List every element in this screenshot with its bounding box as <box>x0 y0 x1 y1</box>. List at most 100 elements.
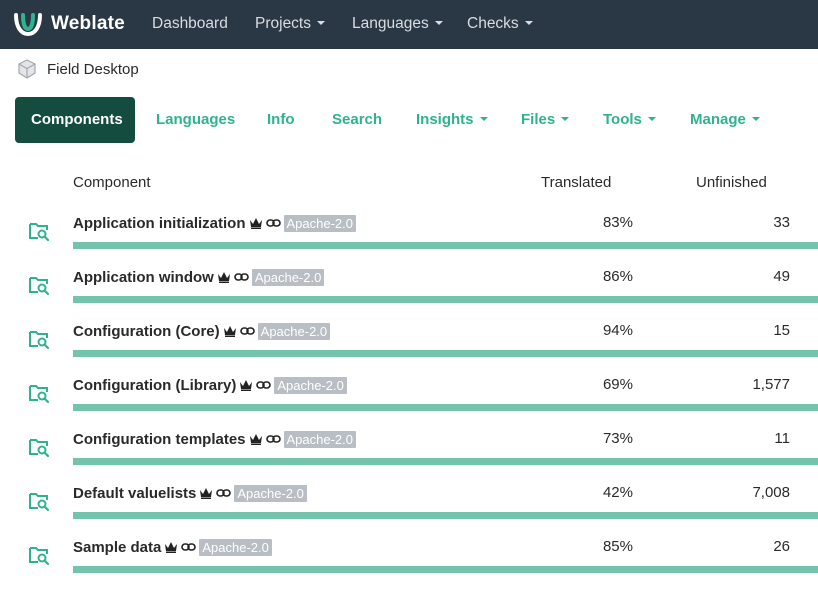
nav-checks[interactable]: Checks <box>467 15 533 33</box>
progress-bar <box>73 458 818 465</box>
link-icon <box>181 543 197 551</box>
progress-bar-fill <box>73 566 818 573</box>
progress-bar-fill <box>73 296 818 303</box>
tab-languages-label: Languages <box>156 111 236 128</box>
cube-icon <box>18 59 36 79</box>
progress-bar-fill <box>73 458 818 465</box>
caret-down-icon <box>524 20 533 25</box>
folder-search-icon[interactable] <box>29 491 49 511</box>
folder-search-icon[interactable] <box>29 545 49 565</box>
translated-percent: 73% <box>602 430 633 447</box>
brand-link[interactable]: Weblate <box>14 11 125 37</box>
folder-search-icon[interactable] <box>29 383 49 403</box>
header-unfinished[interactable]: Unfinished <box>696 174 767 191</box>
breadcrumb-project-link[interactable]: Field Desktop <box>47 61 139 78</box>
table-row: Default valuelists Apache-2.0 42% 7,008 <box>0 483 818 537</box>
link-icon <box>265 219 281 227</box>
header-translated[interactable]: Translated <box>541 174 611 191</box>
nav-projects[interactable]: Projects <box>255 15 325 33</box>
component-link[interactable]: Sample data <box>73 539 161 556</box>
tab-files[interactable]: Files <box>521 97 570 143</box>
nav-projects-label: Projects <box>255 15 311 32</box>
unfinished-count[interactable]: 15 <box>700 321 790 341</box>
component-link[interactable]: Application initialization <box>73 215 246 232</box>
table-row: Configuration (Library) Apache-2.0 69% 1… <box>0 375 818 429</box>
license-badge[interactable]: Apache-2.0 <box>234 484 307 502</box>
row-name-cell: Configuration (Core) Apache-2.0 <box>73 321 331 341</box>
caret-down-icon <box>479 117 488 122</box>
translated-percent: 69% <box>602 376 633 393</box>
table-row: Application initialization Apache-2.0 83… <box>0 213 818 267</box>
progress-bar <box>73 512 818 519</box>
tab-search-label: Search <box>332 111 383 128</box>
folder-search-icon[interactable] <box>29 275 49 295</box>
unfinished-count[interactable]: 26 <box>700 537 790 557</box>
crown-icon <box>240 380 253 391</box>
crown-icon <box>249 218 262 229</box>
row-name-cell: Default valuelists Apache-2.0 <box>73 483 307 503</box>
tab-insights-label: Insights <box>416 111 474 128</box>
progress-bar-fill <box>73 350 818 357</box>
component-link[interactable]: Configuration (Library) <box>73 377 236 394</box>
component-link[interactable]: Configuration templates <box>73 431 246 448</box>
link-icon <box>256 381 272 389</box>
tab-manage-label: Manage <box>690 111 746 128</box>
tab-components-label: Components <box>31 111 123 128</box>
row-name-cell: Configuration templates Apache-2.0 <box>73 429 357 449</box>
license-badge[interactable]: Apache-2.0 <box>257 322 331 340</box>
translated-percent: 86% <box>602 268 633 285</box>
tab-insights[interactable]: Insights <box>416 97 488 143</box>
row-name-cell: Application initialization Apache-2.0 <box>73 213 356 233</box>
unfinished-count[interactable]: 33 <box>700 213 790 233</box>
top-navbar: Weblate Dashboard Projects Languages Che… <box>0 0 818 49</box>
translated-percent: 85% <box>602 538 633 555</box>
breadcrumb: Field Desktop <box>17 59 139 79</box>
component-link[interactable]: Application window <box>73 269 214 286</box>
tab-search[interactable]: Search <box>332 97 382 143</box>
component-link[interactable]: Configuration (Core) <box>73 323 220 340</box>
link-icon <box>239 327 255 335</box>
translated-percent: 42% <box>602 484 633 501</box>
caret-down-icon <box>751 117 760 122</box>
license-badge[interactable]: Apache-2.0 <box>251 268 325 286</box>
component-link[interactable]: Default valuelists <box>73 485 196 502</box>
tab-files-label: Files <box>521 111 556 128</box>
progress-bar <box>73 296 818 303</box>
unfinished-count[interactable]: 7,008 <box>700 483 790 503</box>
crown-icon <box>217 272 230 283</box>
nav-dashboard-label: Dashboard <box>152 15 228 32</box>
tab-info-label: Info <box>267 111 295 128</box>
progress-bar-fill <box>73 242 818 249</box>
license-badge[interactable]: Apache-2.0 <box>199 538 272 556</box>
tab-manage[interactable]: Manage <box>690 97 760 143</box>
nav-dashboard[interactable]: Dashboard <box>152 15 228 33</box>
folder-search-icon[interactable] <box>29 329 49 349</box>
nav-languages-label: Languages <box>352 15 429 32</box>
progress-bar <box>73 404 818 411</box>
row-name-cell: Configuration (Library) Apache-2.0 <box>73 375 347 395</box>
tab-components[interactable]: Components <box>15 97 135 143</box>
table-row: Application window Apache-2.0 86% 49 <box>0 267 818 321</box>
link-icon <box>265 435 281 443</box>
header-component[interactable]: Component <box>73 174 151 191</box>
weblate-logo-icon <box>14 13 42 37</box>
tab-tools-label: Tools <box>603 111 642 128</box>
crown-icon <box>223 326 236 337</box>
link-icon <box>216 489 232 497</box>
license-badge[interactable]: Apache-2.0 <box>283 430 357 448</box>
progress-bar <box>73 566 818 573</box>
license-badge[interactable]: Apache-2.0 <box>283 214 356 232</box>
unfinished-count[interactable]: 11 <box>700 429 790 449</box>
folder-search-icon[interactable] <box>29 221 49 241</box>
folder-search-icon[interactable] <box>29 437 49 457</box>
tab-languages[interactable]: Languages <box>156 97 235 143</box>
tab-tools[interactable]: Tools <box>603 97 656 143</box>
unfinished-count[interactable]: 1,577 <box>700 375 790 395</box>
nav-languages[interactable]: Languages <box>352 15 443 33</box>
unfinished-count[interactable]: 49 <box>700 267 790 287</box>
progress-bar-fill <box>73 512 818 519</box>
caret-down-icon <box>647 117 656 122</box>
table-row: Configuration (Core) Apache-2.0 94% 15 <box>0 321 818 375</box>
license-badge[interactable]: Apache-2.0 <box>274 376 347 394</box>
tab-info[interactable]: Info <box>267 97 295 143</box>
